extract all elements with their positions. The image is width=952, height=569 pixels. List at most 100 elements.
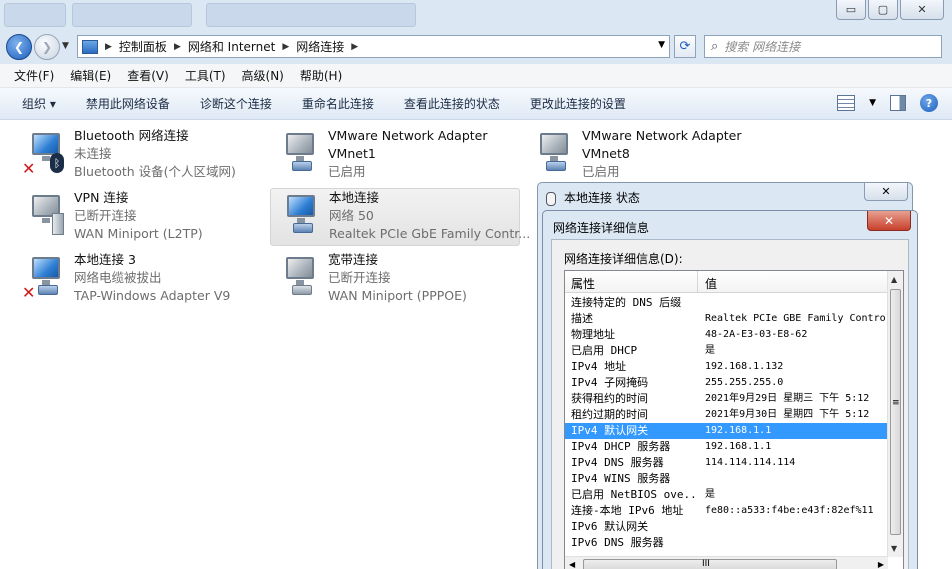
column-header-value[interactable]: 值 [705,275,717,292]
search-icon: ⌕ [711,39,719,54]
close-details-dialog-button[interactable]: ✕ [867,211,911,231]
disable-device-button[interactable]: 禁用此网络设备 [86,95,170,112]
minimize-button[interactable]: ▭ [836,0,866,20]
disconnected-x-icon: ✕ [22,159,36,178]
taskbar-tab-blurred[interactable] [206,3,416,27]
row-property: IPv4 DNS 服务器 [571,456,664,469]
connection-name: 本地连接 [329,190,380,205]
horizontal-scrollbar[interactable]: ◀ III ▶ [565,556,888,569]
details-row[interactable]: 租约过期的时间 2021年9月30日 星期四 下午 5:12 [565,407,888,423]
row-property: IPv4 地址 [571,360,627,373]
help-icon[interactable]: ? [920,94,938,112]
taskbar-tab-blurred[interactable] [72,3,192,27]
connection-name: Bluetooth 网络连接 [74,128,189,143]
row-value: Realtek PCIe GBE Family Contro [705,313,886,324]
connection-name: 宽带连接 [328,252,379,267]
menu-advanced[interactable]: 高级(N) [242,67,284,84]
details-row[interactable]: 获得租约的时间 2021年9月29日 星期三 下午 5:12 [565,391,888,407]
forward-button[interactable]: ❯ [34,34,60,60]
row-value: 192.168.1.1 [705,425,772,436]
breadcrumb-network-internet[interactable]: 网络和 Internet [188,38,275,55]
breadcrumb-control-panel[interactable]: 控制面板 [119,38,167,55]
network-details-dialog: 网络连接详细信息 ✕ 网络连接详细信息(D): 属性 值 连接特定的 DNS 后… [542,210,918,569]
address-bar[interactable]: ▶ 控制面板 ▶ 网络和 Internet ▶ 网络连接 ▶ ▼ [77,35,670,58]
network-adapter-icon [276,255,320,295]
listview-header: 属性 值 [565,271,888,293]
row-property: 连接-本地 IPv6 地址 [571,504,684,517]
close-window-button[interactable]: ✕ [900,0,944,20]
rename-button[interactable]: 重命名此连接 [302,95,374,112]
search-input[interactable]: ⌕ 搜索 网络连接 [704,35,942,58]
connection-local[interactable]: 本地连接 网络 50 Realtek PCIe GbE Family Contr… [270,188,530,246]
network-cable-icon [293,223,313,233]
details-row[interactable]: 描述 Realtek PCIe GBE Family Contro [565,311,888,327]
menu-help[interactable]: 帮助(H) [300,67,342,84]
refresh-button[interactable]: ⟳ [674,35,696,58]
close-status-dialog-button[interactable]: ✕ [864,183,908,201]
change-view-icon[interactable] [837,95,856,111]
taskbar-tab-blurred[interactable] [4,3,66,27]
back-button[interactable]: ❮ [6,34,32,60]
scroll-up-icon[interactable]: ▲ [891,275,897,284]
connection-broadband[interactable]: 宽带连接 已断开连接 WAN Miniport (PPPOE) [270,251,520,309]
scroll-thumb[interactable]: III [583,559,837,569]
row-value: 192.168.1.132 [705,361,784,372]
row-property: 已启用 DHCP [571,344,638,357]
connection-vpn[interactable]: VPN 连接 已断开连接 WAN Miniport (L2TP) [16,189,266,247]
address-dropdown-icon[interactable]: ▼ [658,40,665,50]
diagnose-button[interactable]: 诊断这个连接 [200,95,272,112]
details-row[interactable]: 已启用 DHCP 是 [565,343,888,359]
scroll-thumb[interactable]: ≡ [890,289,901,535]
column-header-property[interactable]: 属性 [571,275,595,292]
menu-tools[interactable]: 工具(T) [185,67,226,84]
details-row[interactable]: IPv4 子网掩码 255.255.255.0 [565,375,888,391]
details-label: 网络连接详细信息(D): [564,252,683,266]
connection-bluetooth[interactable]: ᛒ ✕ Bluetooth 网络连接 未连接 Bluetooth 设备(个人区域… [16,127,266,185]
view-dropdown-icon[interactable]: ▼ [869,98,876,108]
chevron-right-icon[interactable]: ▶ [282,42,289,52]
details-listview[interactable]: 属性 值 连接特定的 DNS 后缀 描述 Realtek PCIe GBE Fami… [564,270,904,569]
organize-button[interactable]: 组织 ▾ [22,95,56,112]
recent-pages-dropdown-icon[interactable]: ▼ [62,41,69,51]
details-row[interactable]: IPv4 默认网关 192.168.1.1 [565,423,888,439]
details-row[interactable]: IPv4 地址 192.168.1.132 [565,359,888,375]
details-row[interactable]: 已启用 NetBIOS ove... 是 [565,487,888,503]
row-value: 是 [705,489,715,500]
connection-status: VMnet1 [328,146,376,161]
details-row[interactable]: IPv4 DHCP 服务器 192.168.1.1 [565,439,888,455]
address-toolbar: ❮ ❯ ▼ ▶ 控制面板 ▶ 网络和 Internet ▶ 网络连接 ▶ ▼ ⟳… [0,30,952,64]
connection-status-icon [546,191,556,206]
scroll-down-icon[interactable]: ▼ [891,544,897,553]
maximize-button[interactable]: ▢ [868,0,898,20]
details-row[interactable]: IPv6 DNS 服务器 [565,535,888,551]
row-property: IPv4 子网掩码 [571,376,649,389]
view-status-button[interactable]: 查看此连接的状态 [404,95,500,112]
network-cable-icon [292,161,312,171]
column-divider[interactable] [697,271,698,293]
vertical-scrollbar[interactable]: ▲ ≡ ▼ [887,271,903,557]
row-property: IPv4 默认网关 [571,424,649,437]
connection-local-3[interactable]: ✕ 本地连接 3 网络电缆被拔出 TAP-Windows Adapter V9 [16,251,266,309]
connection-vmnet8[interactable]: VMware Network Adapter VMnet8 已启用 [524,127,774,185]
details-row[interactable]: 连接-本地 IPv6 地址 fe80::a533:f4be:e43f:82ef%1… [565,503,888,519]
menu-edit[interactable]: 编辑(E) [70,67,111,84]
details-row[interactable]: 连接特定的 DNS 后缀 [565,295,888,311]
connection-device: TAP-Windows Adapter V9 [74,288,231,303]
menu-file[interactable]: 文件(F) [14,67,54,84]
scroll-left-icon[interactable]: ◀ [569,560,575,569]
breadcrumb-network-connections[interactable]: 网络连接 [296,38,344,55]
details-row[interactable]: 物理地址 48-2A-E3-03-E8-62 [565,327,888,343]
preview-pane-icon[interactable] [890,95,906,111]
connection-vmnet1[interactable]: VMware Network Adapter VMnet1 已启用 [270,127,520,185]
chevron-right-icon[interactable]: ▶ [351,42,358,52]
details-row[interactable]: IPv4 DNS 服务器 114.114.114.114 [565,455,888,471]
menu-view[interactable]: 查看(V) [127,67,169,84]
details-row[interactable]: IPv4 WINS 服务器 [565,471,888,487]
chevron-right-icon[interactable]: ▶ [174,42,181,52]
change-settings-button[interactable]: 更改此连接的设置 [530,95,626,112]
details-row[interactable]: IPv6 默认网关 [565,519,888,535]
scroll-right-icon[interactable]: ▶ [878,560,884,569]
row-property: 描述 [571,312,593,325]
connection-status: 网络电缆被拔出 [74,270,162,285]
chevron-right-icon[interactable]: ▶ [105,42,112,52]
